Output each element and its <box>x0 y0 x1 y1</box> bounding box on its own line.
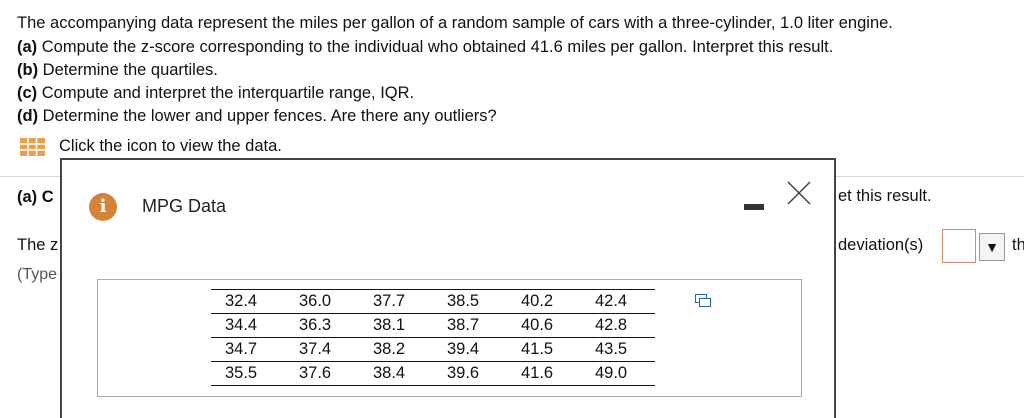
table-cell: 39.4 <box>433 337 507 362</box>
part-d-label: (d) <box>17 107 39 125</box>
view-data-link[interactable]: Click the icon to view the data. <box>20 137 282 156</box>
minimize-button[interactable] <box>744 204 764 210</box>
table-cell: 42.8 <box>581 313 655 338</box>
table-row: 34.7 37.4 38.2 39.4 41.5 43.5 <box>211 337 655 362</box>
answer-a-label: (a) C <box>17 188 54 206</box>
dialog-title: MPG Data <box>142 196 227 216</box>
direction-dropdown[interactable]: ▼ <box>979 233 1005 261</box>
question-part-c: (c) Compute and interpret the interquart… <box>17 84 414 103</box>
part-b-text: Determine the quartiles. <box>42 61 218 79</box>
table-cell: 40.2 <box>507 289 581 314</box>
part-c-label: (c) <box>17 84 38 102</box>
table-cell: 35.5 <box>211 361 285 386</box>
table-cell: 38.2 <box>359 337 433 362</box>
question-part-a: (a) Compute the z-score corresponding to… <box>17 38 833 57</box>
table-cell: 36.3 <box>285 313 359 338</box>
table-cell: 34.7 <box>211 337 285 362</box>
table-cell: 38.7 <box>433 313 507 338</box>
part-c-text: Compute and interpret the interquartile … <box>41 84 415 102</box>
table-cell: 42.4 <box>581 289 655 314</box>
part-a-label: (a) <box>17 38 38 56</box>
answer-th-fragment: th <box>1012 236 1024 254</box>
table-cell: 37.6 <box>285 361 359 386</box>
mpg-data-table: 32.4 36.0 37.7 38.5 40.2 42.4 34.4 36.3 … <box>211 289 655 386</box>
answer-the-fragment: The z <box>17 236 59 254</box>
table-cell: 32.4 <box>211 289 285 314</box>
table-cell: 38.1 <box>359 313 433 338</box>
table-cell: 40.6 <box>507 313 581 338</box>
data-table-container: 32.4 36.0 37.7 38.5 40.2 42.4 34.4 36.3 … <box>97 279 802 397</box>
question-intro: The accompanying data represent the mile… <box>17 14 893 32</box>
table-cell: 41.5 <box>507 337 581 362</box>
view-data-text[interactable]: Click the icon to view the data. <box>59 137 282 156</box>
table-cell: 34.4 <box>211 313 285 338</box>
table-cell: 38.5 <box>433 289 507 314</box>
question-part-d: (d) Determine the lower and upper fences… <box>17 107 497 126</box>
table-cell: 38.4 <box>359 361 433 386</box>
table-row: 34.4 36.3 38.1 38.7 40.6 42.8 <box>211 313 655 338</box>
mpg-data-dialog: i MPG Data 32.4 36.0 37.7 38.5 40.2 42.4… <box>60 158 836 418</box>
question-part-b: (b) Determine the quartiles. <box>17 61 218 80</box>
table-row: 32.4 36.0 37.7 38.5 40.2 42.4 <box>211 289 655 314</box>
table-cell: 37.7 <box>359 289 433 314</box>
part-b-label: (b) <box>17 61 39 79</box>
table-cell: 49.0 <box>581 361 655 386</box>
part-a-text: Compute the z-score corresponding to the… <box>41 38 834 56</box>
table-cell: 39.6 <box>433 361 507 386</box>
answer-type-hint: (Type <box>17 266 58 283</box>
info-icon: i <box>89 193 117 221</box>
deviation-input[interactable] <box>942 229 976 263</box>
table-row: 35.5 37.6 38.4 39.6 41.6 49.0 <box>211 361 655 386</box>
part-d-text: Determine the lower and upper fences. Ar… <box>42 107 497 125</box>
close-icon[interactable] <box>786 180 812 206</box>
table-cell: 36.0 <box>285 289 359 314</box>
copy-icon[interactable] <box>695 294 711 307</box>
deviation-label: deviation(s) <box>838 236 924 254</box>
chevron-down-icon: ▼ <box>985 239 999 255</box>
data-grid-icon[interactable] <box>20 137 45 156</box>
table-cell: 41.6 <box>507 361 581 386</box>
table-cell: 43.5 <box>581 337 655 362</box>
answer-interpret-fragment: et this result. <box>838 187 932 205</box>
table-cell: 37.4 <box>285 337 359 362</box>
